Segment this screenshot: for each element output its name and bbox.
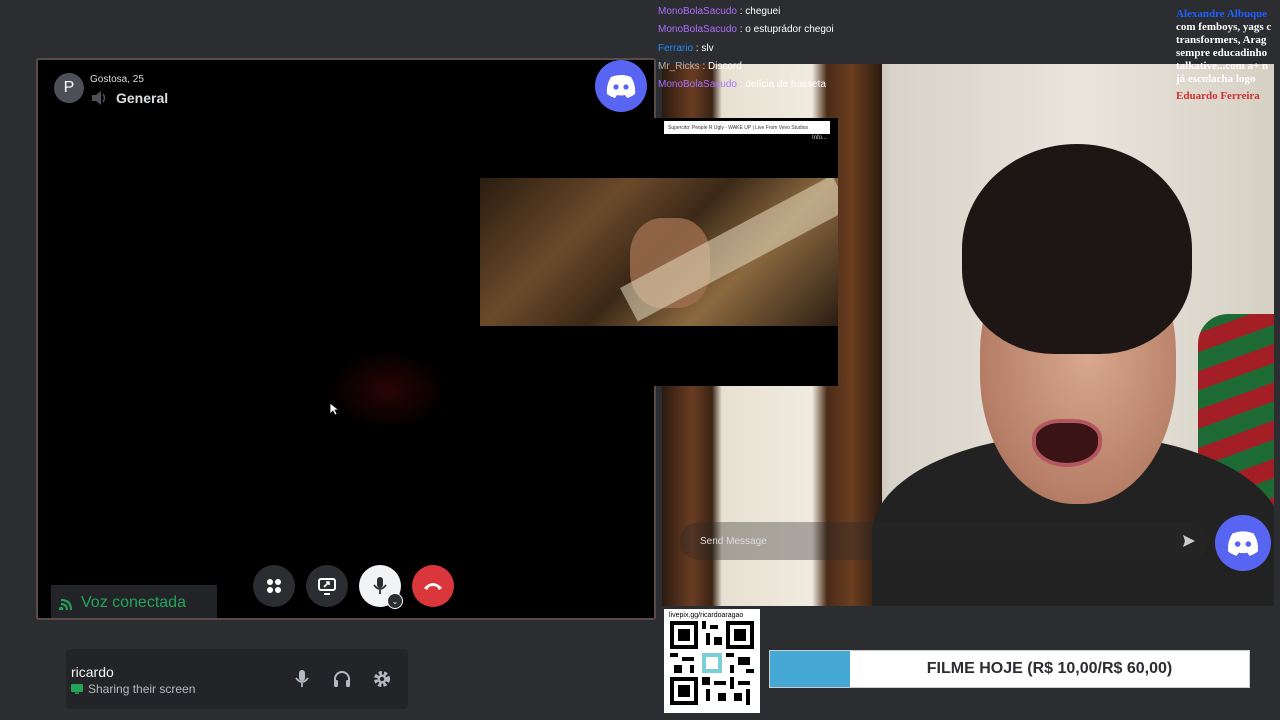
chat-username: MonoBolaSacudo xyxy=(658,6,737,17)
qr-code-icon[interactable] xyxy=(670,621,754,705)
username[interactable]: ricardo xyxy=(71,664,114,680)
chat-username: MonoBolaSacudo xyxy=(658,24,737,36)
mute-button[interactable]: ⌄ xyxy=(359,565,403,609)
activities-button[interactable] xyxy=(253,565,295,607)
donation-feed: Alexandre Albuque com femboys, yags c tr… xyxy=(1176,0,1280,100)
goal-progress-fill xyxy=(770,651,850,687)
discord-logo-icon xyxy=(1215,515,1271,571)
qr-url: livepix.gg/ricardoaragao xyxy=(669,612,744,619)
mouse-cursor-icon xyxy=(329,402,339,416)
discord-logo-icon xyxy=(595,60,647,112)
speaker-icon xyxy=(92,91,106,105)
call-user-label: Gostosa, 25 xyxy=(90,74,144,85)
message-bar[interactable] xyxy=(680,522,1208,560)
channel-name[interactable]: General xyxy=(116,90,168,106)
video-title[interactable]: Supercito: People R Ugly - WAKE UP | Liv… xyxy=(664,121,830,134)
voice-call-panel: P Gostosa, 25 General ⌄ Voz conectada xyxy=(36,58,656,620)
goal-label: FILME HOJE (R$ 10,00/R$ 60,00) xyxy=(926,660,1173,677)
feed-line: transformers, Arag xyxy=(1176,34,1267,46)
deafen-toggle[interactable] xyxy=(330,667,354,691)
webcam-mouth xyxy=(1032,419,1102,467)
gear-icon xyxy=(374,671,390,687)
webcam-hair xyxy=(962,144,1192,354)
voice-connected-status[interactable]: Voz conectada xyxy=(51,585,217,618)
feed-name: Alexandre Albuque xyxy=(1176,8,1268,20)
chat-text: slv xyxy=(701,42,714,54)
chat-username: Ferrario xyxy=(658,42,694,54)
feed-line: sempre educadinho xyxy=(1176,47,1268,59)
chat-text: o estuprádor chegoi xyxy=(745,24,834,36)
chat-username: Mr_Ricks xyxy=(658,60,700,72)
video-info-link[interactable]: Info... xyxy=(812,135,827,141)
stream-chat: MonoBolaSacudo : cheguei MonoBolaSacudo … xyxy=(658,3,858,94)
avatar[interactable]: P xyxy=(54,73,84,103)
microphone-icon xyxy=(373,577,387,594)
headphones-icon xyxy=(334,671,350,687)
chat-message: MonoBolaSacudo : o estuprádor chegoi xyxy=(658,21,858,39)
chat-username: MonoBolaSacudo xyxy=(658,79,737,91)
activities-icon xyxy=(267,579,281,593)
share-screen-button[interactable] xyxy=(306,565,348,607)
user-panel: ricardo Sharing their screen xyxy=(66,649,408,709)
video-glow xyxy=(328,350,448,430)
screen-share-status-icon xyxy=(71,684,83,694)
feed-line: já esculacha logo xyxy=(1176,73,1256,85)
message-input[interactable] xyxy=(698,534,1182,548)
chat-text: delícia de bosseta xyxy=(745,79,826,91)
user-settings-button[interactable] xyxy=(370,667,394,691)
chevron-down-icon[interactable]: ⌄ xyxy=(387,593,403,609)
donation-qr-card: livepix.gg/ricardoaragao xyxy=(664,609,760,713)
chat-text: Discord xyxy=(708,60,742,72)
chat-message: MonoBolaSacudo : cheguei xyxy=(658,3,858,21)
screen-share-icon xyxy=(318,578,336,595)
chat-message: Mr_Ricks : Discord xyxy=(658,58,858,76)
mute-toggle[interactable] xyxy=(290,667,314,691)
chat-message: Ferrario : slv xyxy=(658,40,858,58)
voice-status-label: Voz conectada xyxy=(81,593,186,611)
hang-up-icon xyxy=(424,583,442,590)
signal-icon xyxy=(59,598,72,610)
disconnect-button[interactable] xyxy=(412,565,454,607)
send-icon[interactable] xyxy=(1182,534,1196,548)
video-frame[interactable] xyxy=(480,178,838,326)
feed-line: talkative...com a+ n xyxy=(1176,60,1269,72)
microphone-icon xyxy=(295,670,309,687)
user-status: Sharing their screen xyxy=(71,682,195,696)
chat-separator: : xyxy=(699,60,709,72)
chat-text: cheguei xyxy=(745,6,781,17)
chat-message: MonoBolaSacudo : delícia de bosseta xyxy=(658,76,858,94)
feed-name: Eduardo Ferreira xyxy=(1176,90,1260,100)
user-status-label: Sharing their screen xyxy=(88,682,196,696)
donation-goal-bar: FILME HOJE (R$ 10,00/R$ 60,00) xyxy=(769,650,1250,688)
feed-line: com femboys, yags c xyxy=(1176,21,1272,33)
